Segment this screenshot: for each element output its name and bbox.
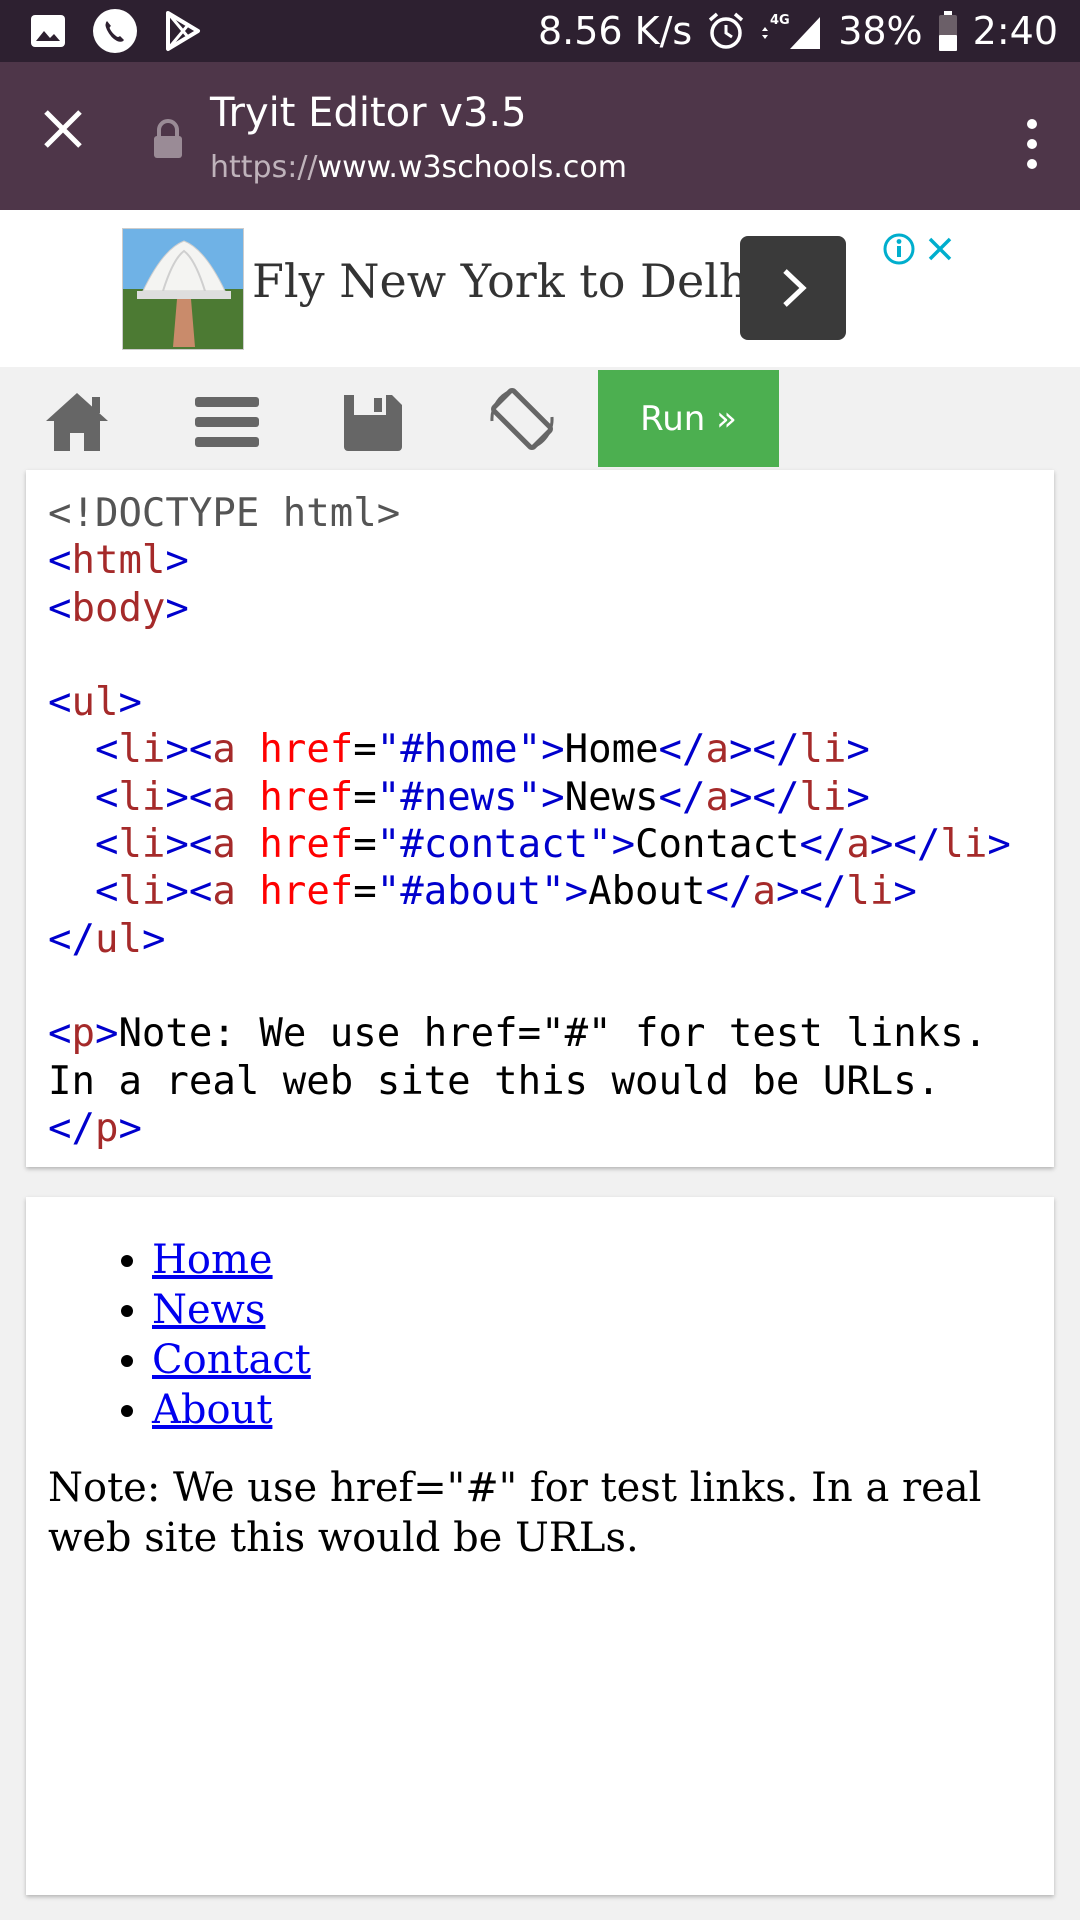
image-icon [28,11,68,51]
code-text-node: About [588,869,706,915]
code-tag: a [705,774,729,820]
save-icon[interactable] [338,389,408,455]
phone-icon [92,8,138,54]
browser-header: Tryit Editor v3.5 https://www.w3schools.… [0,62,1080,210]
code-tag: a [212,822,236,868]
code-attr-value: "#home" [376,727,542,773]
code-attr: href [259,822,354,868]
result-note: Note: We use href="#" for test links. In… [48,1465,982,1561]
ad-close-icon[interactable] [925,232,955,266]
clock: 2:40 [972,9,1058,53]
result-frame: Home News Contact About Note: We use hre… [26,1197,1054,1895]
play-store-icon [162,10,202,52]
ad-next-button[interactable] [740,236,846,340]
url-protocol: https:// [210,150,318,185]
code-tag: a [212,774,236,820]
battery-icon [937,10,959,52]
code-tag: a [705,727,729,773]
nav-list: Home News Contact About [26,1235,1054,1435]
alarm-icon [706,11,746,51]
code-editor[interactable]: <!DOCTYPE html> <html> <body> <ul> <li><… [26,470,1054,1167]
url-host: www.w3schools.com [317,150,627,185]
about-link[interactable]: About [152,1387,272,1433]
run-button[interactable]: Run » [598,370,779,467]
code-tag: body [71,585,166,631]
network-type: 4G [770,13,790,28]
list-item: Home [152,1235,1054,1285]
code-text[interactable]: <!DOCTYPE html> <html> <body> <ul> <li><… [26,470,1054,1152]
code-tag: li [846,869,894,915]
ad-headline[interactable]: Fly New York to Delhi [252,254,763,308]
code-tag: html [71,538,166,584]
battery-percent: 38% [838,9,923,53]
code-attr: href [259,774,354,820]
list-item: About [152,1385,1054,1435]
net-speed: 8.56 K/s [537,9,693,53]
code-tag: li [799,727,847,773]
page-url: https://www.w3schools.com [210,150,627,185]
contact-link[interactable]: Contact [152,1337,311,1383]
list-item: News [152,1285,1054,1335]
code-tag: a [846,822,870,868]
list-item: Contact [152,1335,1054,1385]
home-link[interactable]: Home [152,1237,273,1283]
code-note-line2: In a real web site this would be URLs. [48,1058,941,1104]
overflow-menu-icon[interactable] [1014,114,1050,174]
news-link[interactable]: News [152,1287,265,1333]
code-tag: li [118,869,166,915]
code-doctype: <!DOCTYPE html> [48,491,401,536]
code-tag: p [94,1105,119,1151]
code-tag: li [118,774,166,820]
close-icon[interactable] [36,102,90,156]
rotate-screen-icon[interactable] [484,381,560,457]
code-attr: href [259,727,354,773]
code-tag: p [71,1011,95,1057]
chevron-right-icon [783,269,807,307]
code-text-node: News [564,774,659,820]
code-tag: li [940,822,988,868]
code-tag: li [118,727,166,773]
code-tag: li [118,822,166,868]
code-tag: li [799,774,847,820]
code-tag: ul [71,680,119,726]
code-text-node: Home [564,727,659,773]
ad-image[interactable] [122,228,244,350]
lock-icon [150,117,186,161]
page-title: Tryit Editor v3.5 [210,90,527,136]
code-attr-value: "#about" [376,869,565,915]
code-tag: ul [94,916,142,962]
menu-icon[interactable] [192,389,262,455]
code-attr-value: "#news" [376,774,542,820]
code-tag: a [212,869,236,915]
code-text-node: Contact [635,822,800,868]
home-icon[interactable] [42,389,112,455]
editor-toolbar: Run » [0,367,1080,467]
code-attr: href [259,869,354,915]
code-tag: a [212,727,236,773]
signal-icon: 4G [760,11,824,51]
ad-info-icon[interactable] [882,232,916,266]
code-note-line1: Note: We use href="#" for test links. [118,1011,988,1057]
ad-banner[interactable]: Fly New York to Delhi [0,210,1080,367]
code-attr-value: "#contact" [376,822,612,868]
code-tag: a [752,869,776,915]
status-bar: 8.56 K/s 4G 38% 2:40 [0,0,1080,62]
